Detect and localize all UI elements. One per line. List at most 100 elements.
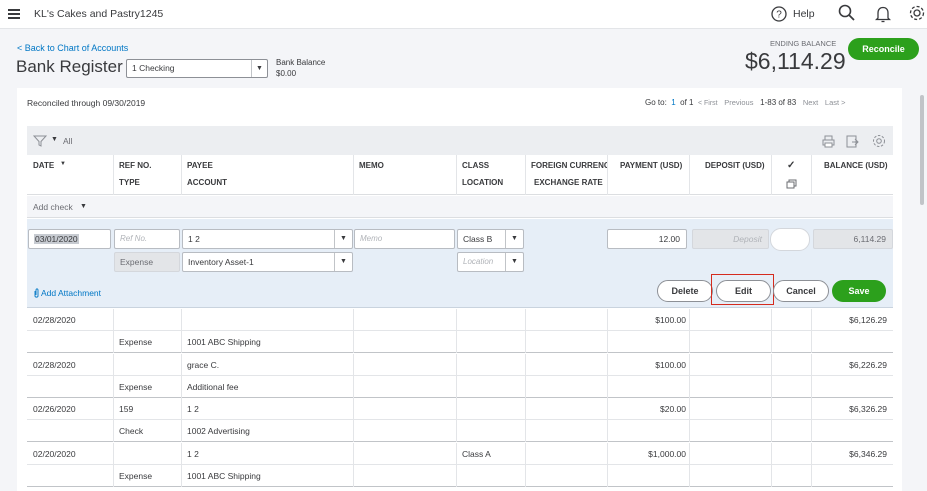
location-select[interactable]: Location ▼ xyxy=(457,252,524,272)
row-payee: grace C. xyxy=(187,359,220,370)
top-bar: KL's Cakes and Pastry1245 ? Help xyxy=(0,0,927,29)
row-account: Additional fee xyxy=(187,381,239,392)
row-date: 02/26/2020 xyxy=(33,404,76,414)
col-class: CLASS xyxy=(462,161,490,170)
row-balance: $6,346.29 xyxy=(849,448,887,459)
bank-balance-value: $0.00 xyxy=(276,69,297,78)
settings-icon[interactable] xyxy=(872,134,886,148)
row-ref-no: 159 xyxy=(119,404,134,414)
reconcile-button[interactable]: Reconcile xyxy=(848,38,919,60)
delete-button[interactable]: Delete xyxy=(657,280,713,302)
col-exchange-rate: EXCHANGE RATE xyxy=(534,178,603,187)
account-value: Inventory Asset-1 xyxy=(188,257,254,267)
row-account: 1001 ABC Shipping xyxy=(187,470,261,481)
col-deposit: DEPOSIT (USD) xyxy=(705,161,765,170)
add-attachment-link[interactable]: Add Attachment xyxy=(41,288,101,298)
row-payment: $100.00 xyxy=(655,315,686,325)
payee-select[interactable]: 1 2 ▼ xyxy=(182,229,353,249)
previous-page-link[interactable]: Previous xyxy=(724,98,753,107)
payment-input[interactable]: 12.00 xyxy=(607,229,687,249)
col-type: TYPE xyxy=(119,178,140,187)
print-icon[interactable] xyxy=(822,135,835,148)
row-class: Class A xyxy=(462,448,491,459)
account-select-field[interactable]: Inventory Asset-1 ▼ xyxy=(182,252,353,272)
col-date[interactable]: DATE xyxy=(33,161,54,170)
filter-icon[interactable] xyxy=(33,135,47,147)
table-row[interactable]: 02/28/2020 grace C. $100.00 $6,226.29 xyxy=(27,353,893,376)
gear-icon[interactable] xyxy=(908,4,926,22)
table-row-detail[interactable]: Expense 1001 ABC Shipping xyxy=(27,331,893,353)
row-type: Check xyxy=(119,426,144,436)
row-payment: $100.00 xyxy=(655,359,686,370)
row-payment: $1,000.00 xyxy=(648,448,686,459)
help-label[interactable]: Help xyxy=(793,8,815,20)
page-number-input[interactable]: 1 xyxy=(671,98,675,107)
add-check-row[interactable]: Add check ▼ xyxy=(27,196,893,218)
account-select[interactable]: 1 Checking ▼ xyxy=(126,59,268,78)
row-balance: $6,226.29 xyxy=(849,359,887,370)
col-ref-no: REF NO. xyxy=(119,161,152,170)
row-type: Expense xyxy=(119,337,153,347)
export-icon[interactable] xyxy=(846,135,859,148)
search-icon[interactable] xyxy=(838,4,856,22)
filter-label[interactable]: All xyxy=(63,136,72,146)
sort-icon[interactable]: ▼ xyxy=(60,161,66,167)
row-date: 02/20/2020 xyxy=(33,448,76,459)
memo-input[interactable]: Memo xyxy=(354,229,455,249)
next-page-link[interactable]: Next xyxy=(803,98,818,107)
svg-text:?: ? xyxy=(776,10,782,21)
copy-icon[interactable] xyxy=(786,179,797,189)
chevron-down-icon: ▼ xyxy=(334,230,352,248)
chevron-down-icon: ▼ xyxy=(251,60,267,77)
col-payment: PAYMENT (USD) xyxy=(620,161,683,170)
goto-label: Go to: xyxy=(645,98,667,107)
row-payment: $20.00 xyxy=(660,404,686,414)
help-icon[interactable]: ? xyxy=(771,6,787,22)
reconcile-check-icon: ✓ xyxy=(787,160,796,171)
date-input[interactable]: 03/01/2020 xyxy=(28,229,111,249)
cancel-button[interactable]: Cancel xyxy=(773,280,829,302)
page-title: Bank Register xyxy=(16,57,123,76)
first-page-link[interactable]: < First xyxy=(698,100,718,107)
row-type: Expense xyxy=(119,470,153,481)
class-select[interactable]: Class B ▼ xyxy=(457,229,524,249)
table-row[interactable]: 02/26/2020 159 1 2 $20.00 $6,326.29 xyxy=(27,398,893,420)
col-foreign-currency: FOREIGN CURRENC xyxy=(531,161,607,170)
caret-down-icon: ▼ xyxy=(51,136,58,143)
scrollbar[interactable] xyxy=(919,95,925,485)
ending-balance-label: ENDING BALANCE xyxy=(770,39,837,48)
add-check-label[interactable]: Add check xyxy=(33,202,73,212)
table-row[interactable]: 02/20/2020 1 2 Class A $1,000.00 $6,346.29 xyxy=(27,442,893,465)
table-row-detail[interactable]: Expense 1001 ABC Shipping xyxy=(27,464,893,487)
save-button[interactable]: Save xyxy=(832,280,886,302)
chevron-down-icon: ▼ xyxy=(334,253,352,271)
table-row-detail[interactable]: Check 1002 Advertising xyxy=(27,420,893,442)
edit-button-highlight xyxy=(711,274,774,305)
col-memo: MEMO xyxy=(359,161,384,170)
menu-icon[interactable] xyxy=(8,9,20,19)
col-balance: BALANCE (USD) xyxy=(824,161,888,170)
last-page-link[interactable]: Last > xyxy=(825,98,846,107)
table-row-detail[interactable]: Expense Additional fee xyxy=(27,375,893,398)
chevron-down-icon[interactable]: ▼ xyxy=(80,203,87,210)
row-payee: 1 2 xyxy=(187,404,199,414)
reconcile-status-toggle[interactable] xyxy=(770,228,810,251)
location-placeholder: Location xyxy=(463,257,494,266)
chevron-down-icon: ▼ xyxy=(505,230,523,248)
class-value: Class B xyxy=(463,234,493,244)
bell-icon[interactable] xyxy=(875,5,891,23)
row-account: 1001 ABC Shipping xyxy=(187,337,261,347)
row-date: 02/28/2020 xyxy=(33,359,76,370)
edit-transaction-row: 03/01/2020 Ref No. Expense 1 2 ▼ Inventor… xyxy=(27,219,893,308)
back-to-chart-of-accounts-link[interactable]: < Back to Chart of Accounts xyxy=(17,43,128,53)
pagination: Go to: 1 of 1 < First Previous 1-83 of 8… xyxy=(645,98,846,107)
register-toolbar: ▼ All xyxy=(27,126,893,155)
date-input-value: 03/01/2020 xyxy=(34,234,79,244)
company-name: KL's Cakes and Pastry1245 xyxy=(34,8,164,20)
row-type: Expense xyxy=(119,381,153,392)
row-balance: $6,126.29 xyxy=(849,315,887,325)
page-of: of 1 xyxy=(680,98,694,107)
scrollbar-thumb[interactable] xyxy=(920,95,924,205)
table-row[interactable]: 02/28/2020 $100.00 $6,126.29 xyxy=(27,309,893,331)
ref-no-input[interactable]: Ref No. xyxy=(114,229,180,249)
